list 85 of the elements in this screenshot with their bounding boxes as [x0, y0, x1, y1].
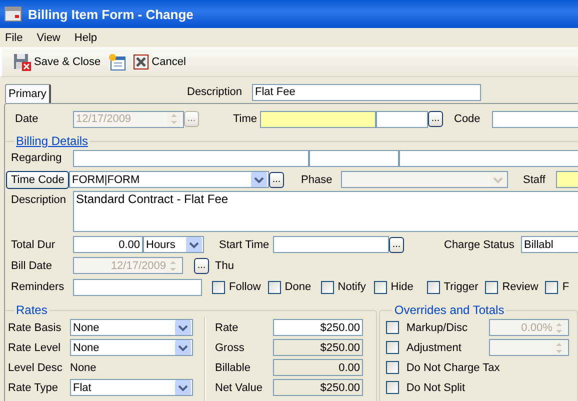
section-title: Billing Details [15, 134, 90, 148]
chevron-down-icon[interactable] [251, 172, 267, 187]
regarding-field[interactable] [399, 150, 578, 166]
checkbox[interactable] [426, 280, 440, 294]
field-label: Reminders [11, 281, 66, 293]
chevron-down-icon[interactable] [175, 380, 191, 395]
checkbox[interactable] [212, 280, 225, 294]
checkbox-label[interactable]: Trigger [444, 281, 478, 293]
field-label: Rate [215, 322, 240, 334]
field-label: Billable [215, 362, 252, 374]
description-field[interactable]: Flat Fee [252, 84, 481, 100]
chevron-down-icon[interactable] [186, 237, 202, 252]
start-time-field[interactable] [273, 236, 389, 253]
checkbox-label[interactable]: Done [284, 281, 312, 293]
field-label: Charge Status [444, 238, 516, 250]
field-label: Phase [301, 174, 334, 186]
field-label: Start Time [219, 238, 270, 250]
field-label: Net Value [215, 382, 264, 394]
field-label: Rate Basis [8, 322, 62, 334]
duration-field[interactable]: 0.00 [73, 236, 143, 253]
time-code-dropdown[interactable]: FORM|FORM [69, 171, 269, 188]
rate-dropdown[interactable]: Flat [70, 379, 193, 396]
chevron-down-icon[interactable] [175, 340, 191, 355]
checkbox-label[interactable]: Review [502, 281, 538, 293]
field-label: Level Desc [8, 362, 64, 374]
rate-dropdown[interactable]: None [70, 319, 193, 336]
menu-item[interactable]: File [5, 32, 23, 44]
amount-field[interactable]: $250.00 [273, 339, 363, 356]
field-label: Rate Level [8, 342, 62, 354]
field-label: Description [11, 193, 68, 206]
field-label: Total Dur [11, 238, 56, 250]
checkbox[interactable] [386, 361, 400, 374]
browse-button[interactable]: ... [389, 236, 404, 252]
checkbox-label[interactable]: F [562, 281, 570, 293]
group-title: Overrides and Totals [393, 303, 506, 317]
field-label: Staff [523, 174, 546, 186]
regarding-field[interactable] [73, 150, 309, 166]
field-label: Bill Date [11, 260, 53, 272]
reminders-field[interactable] [73, 278, 202, 296]
cancel-button[interactable]: Cancel [132, 52, 187, 70]
menu-item[interactable]: View [36, 32, 60, 44]
staff-field[interactable] [556, 171, 578, 188]
checkbox-label[interactable]: Hide [390, 281, 414, 293]
field-label: Rate Type [8, 382, 59, 394]
rate-dropdown[interactable]: None [70, 339, 193, 356]
code-field[interactable] [492, 110, 578, 128]
checkbox-label[interactable]: Do Not Charge Tax [406, 362, 500, 374]
description-text-area[interactable]: Standard Contract - Flat Fee [73, 191, 578, 232]
regarding-field[interactable] [309, 150, 399, 166]
window-title: Billing Item Form - Change [28, 6, 194, 22]
weekday-label: Thu [215, 260, 234, 272]
checkbox[interactable] [545, 280, 558, 294]
checkbox[interactable] [485, 280, 498, 294]
unit-dropdown[interactable]: Hours [143, 236, 204, 253]
amount-field[interactable]: $250.00 [273, 379, 363, 396]
menu-item[interactable]: Help [74, 32, 98, 44]
time-field[interactable] [260, 110, 376, 128]
amount-field[interactable]: $250.00 [273, 319, 363, 336]
field-label: Time [233, 113, 258, 125]
field-label: Description [187, 86, 244, 98]
checkbox[interactable] [320, 280, 334, 294]
field-label: Date [14, 113, 40, 125]
group-title: Rates [15, 303, 48, 317]
time-field[interactable] [376, 110, 428, 128]
field-label: Regarding [11, 152, 63, 164]
field-label: Code [454, 113, 482, 125]
field-value: None [70, 362, 96, 374]
save-button[interactable]: Save & Close [12, 52, 102, 72]
new-form-icon[interactable] [108, 52, 126, 70]
tab[interactable]: Primary [5, 84, 51, 103]
checkbox-label[interactable]: Notify [338, 281, 366, 293]
browse-button[interactable]: ... [269, 172, 284, 188]
field-label: Gross [215, 342, 246, 354]
close-icon [132, 54, 149, 70]
time-code-button[interactable]: Time Code [6, 170, 69, 188]
charge-status-field[interactable]: Billabl [521, 236, 578, 253]
checkbox-label[interactable]: Do Not Split [406, 382, 466, 394]
checkbox[interactable] [374, 280, 387, 294]
form-icon [4, 6, 22, 22]
checkbox[interactable] [386, 381, 400, 394]
browse-button[interactable]: ... [428, 111, 443, 127]
chevron-down-icon[interactable] [175, 320, 191, 335]
checkbox[interactable] [268, 280, 281, 294]
checkbox-label[interactable]: Follow [229, 281, 261, 293]
amount-field[interactable]: 0.00 [273, 359, 363, 376]
